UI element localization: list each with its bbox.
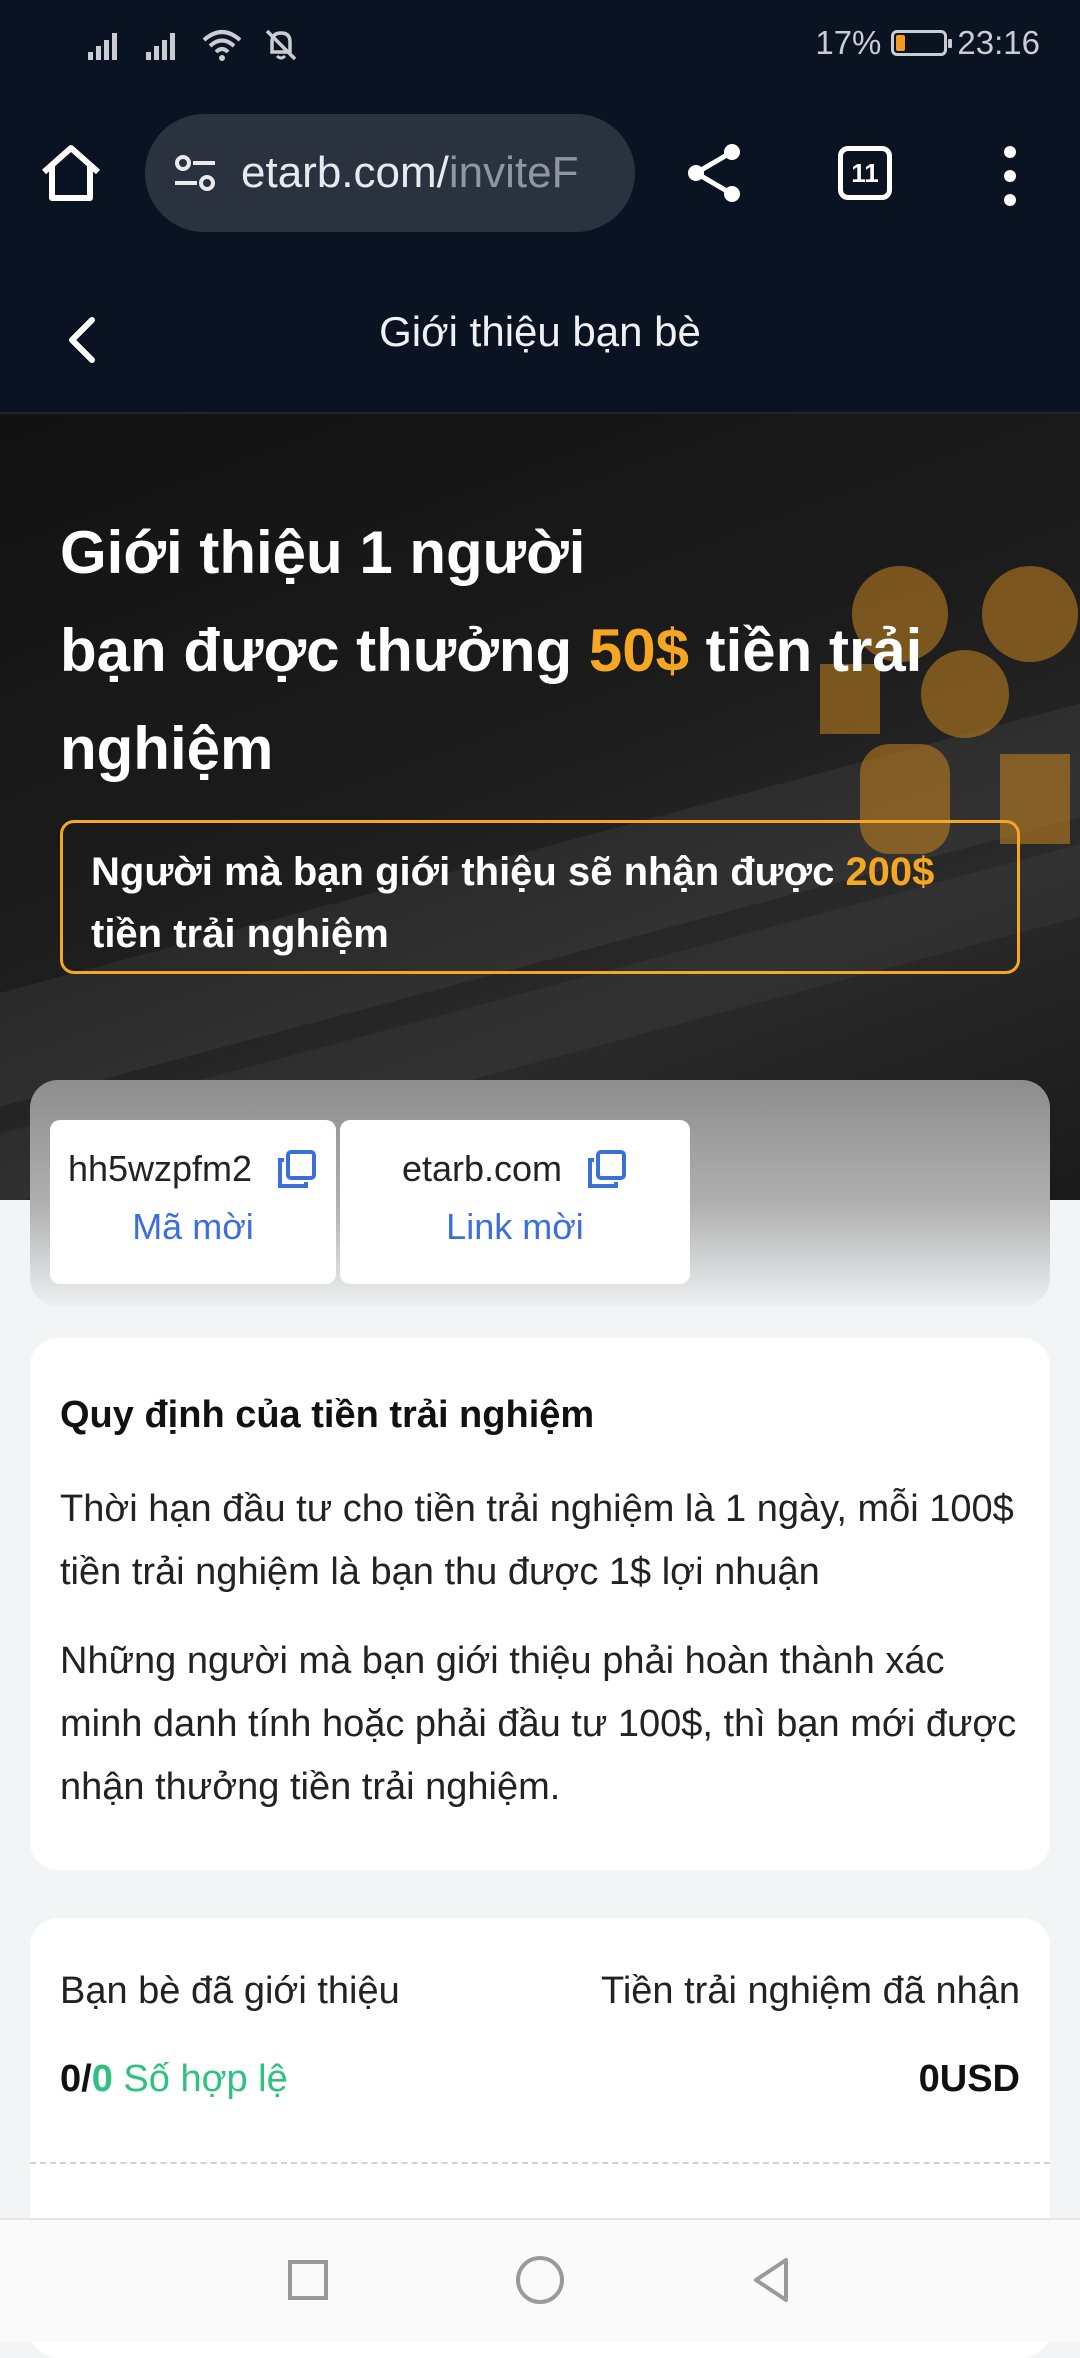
referee-bonus-box: Người mà bạn giới thiệu sẽ nhận được 200… [60,820,1020,974]
battery-icon [891,30,953,56]
hero-line-2: bạn được thưởng 50$ tiền trải [60,617,923,684]
browser-toolbar: etarb.com/inviteF 11 [0,96,1080,256]
url-text: etarb.com/inviteF [241,148,578,198]
hero-headline: Giới thiệu 1 người bạn được thưởng 50$ t… [60,504,1040,798]
bonus-received-value: 0USD [918,2058,1020,2100]
back-triangle-icon[interactable] [742,2250,802,2310]
rules-title: Quy định của tiền trải nghiệm [60,1394,595,1436]
valid-label: Số hợp lệ [112,2058,288,2100]
divider [30,2162,1050,2164]
battery-level [896,35,906,51]
rules-paragraph-1: Thời hạn đầu tư cho tiền trải nghiệm là … [60,1488,1014,1593]
page-header: Giới thiệu bạn bè [0,256,1080,414]
invite-code-value: hh5wzpfm2 [67,1148,253,1189]
bonus-received-label: Tiền trải nghiệm đã nhận [601,1970,1020,2012]
system-navigation-bar [0,2218,1080,2342]
invite-code-card[interactable]: hh5wzpfm2 Mã mời [50,1120,336,1284]
status-icons [86,28,298,62]
url-host: etarb.com/ [241,148,449,197]
invite-panel: hh5wzpfm2 Mã mời etarb.com Link mời [30,1080,1050,1306]
battery-percent: 17% [815,24,882,61]
signal-icon [88,33,117,60]
tab-switcher-button[interactable]: 11 [838,146,892,200]
invite-code-row: hh5wzpfm2 [50,1148,336,1190]
status-right: 17% 23:16 [815,24,1040,62]
invite-link-label: Link mời [446,1206,584,1247]
url-path: inviteF [448,148,579,197]
recents-square-icon[interactable] [278,2250,338,2310]
home-circle-icon[interactable] [510,2250,570,2310]
wifi-icon [202,30,242,61]
signal-icon-2 [146,33,175,60]
status-bar: 17% 23:16 [0,0,1080,96]
hero-line-3: nghiệm [60,715,274,782]
address-bar[interactable]: etarb.com/inviteF [145,114,635,232]
home-icon[interactable] [36,138,106,208]
friends-referred-value: 0/0 Số hợp lệ [60,2058,288,2100]
invite-link-value: etarb.com [401,1148,563,1189]
site-settings-icon[interactable] [169,147,221,199]
rules-paragraph-2: Những người mà bạn giới thiệu phải hoàn … [60,1640,1017,1808]
copy-icon[interactable] [276,1148,318,1190]
mute-bell-icon [265,29,297,61]
browser-menu-button[interactable] [990,146,1030,206]
invite-link-row: etarb.com [340,1148,690,1190]
friends-referred-label: Bạn bè đã giới thiệu [60,1970,400,2012]
invite-code-label: Mã mời [132,1206,254,1247]
reward-amount: 50$ [588,617,689,684]
invite-link-card[interactable]: etarb.com Link mời [340,1120,690,1284]
rules-card: Quy định của tiền trải nghiệm Thời hạn đ… [30,1338,1050,1870]
clock: 23:16 [957,24,1040,61]
copy-icon[interactable] [586,1148,628,1190]
valid-count: 0 [91,2058,113,2100]
page-title: Giới thiệu bạn bè [379,308,701,355]
hero-line-1: Giới thiệu 1 người [60,519,586,586]
referee-amount: 200$ [845,850,935,894]
share-icon[interactable] [680,138,750,208]
